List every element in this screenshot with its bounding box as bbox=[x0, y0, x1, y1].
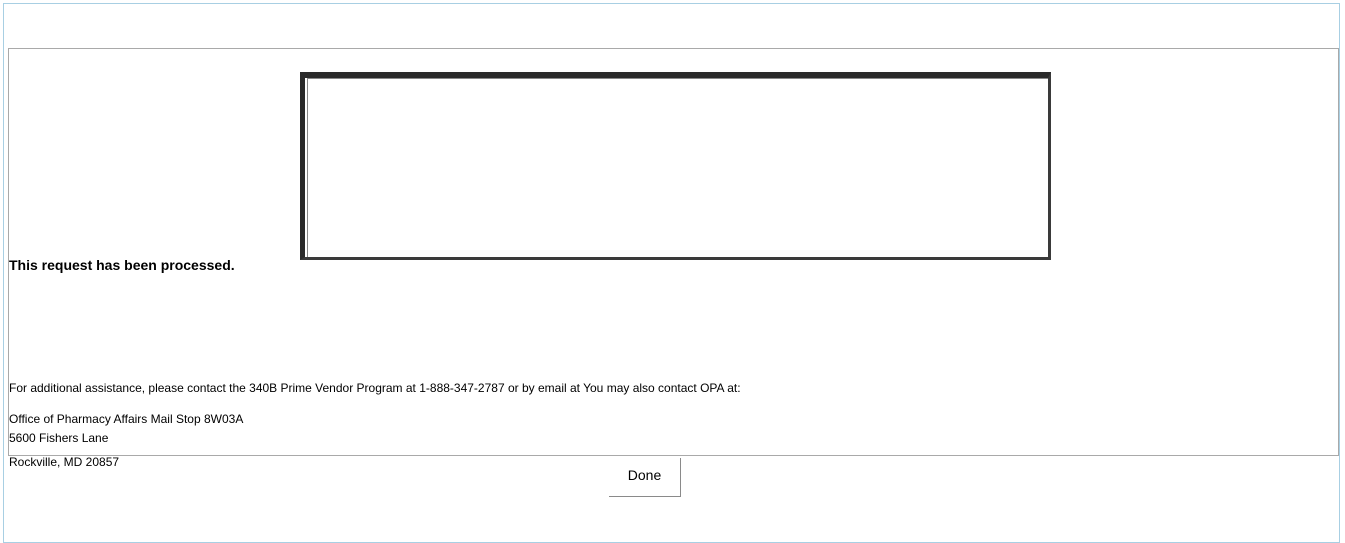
address-line-1: Office of Pharmacy Affairs Mail Stop 8W0… bbox=[9, 412, 244, 426]
empty-content-box bbox=[300, 72, 1051, 260]
status-message: This request has been processed. bbox=[9, 257, 235, 273]
assistance-text: For additional assistance, please contac… bbox=[9, 381, 741, 395]
address-line-2: 5600 Fishers Lane bbox=[9, 431, 109, 445]
done-button[interactable]: Done bbox=[609, 458, 681, 497]
address-line-3: Rockville, MD 20857 bbox=[9, 455, 120, 469]
